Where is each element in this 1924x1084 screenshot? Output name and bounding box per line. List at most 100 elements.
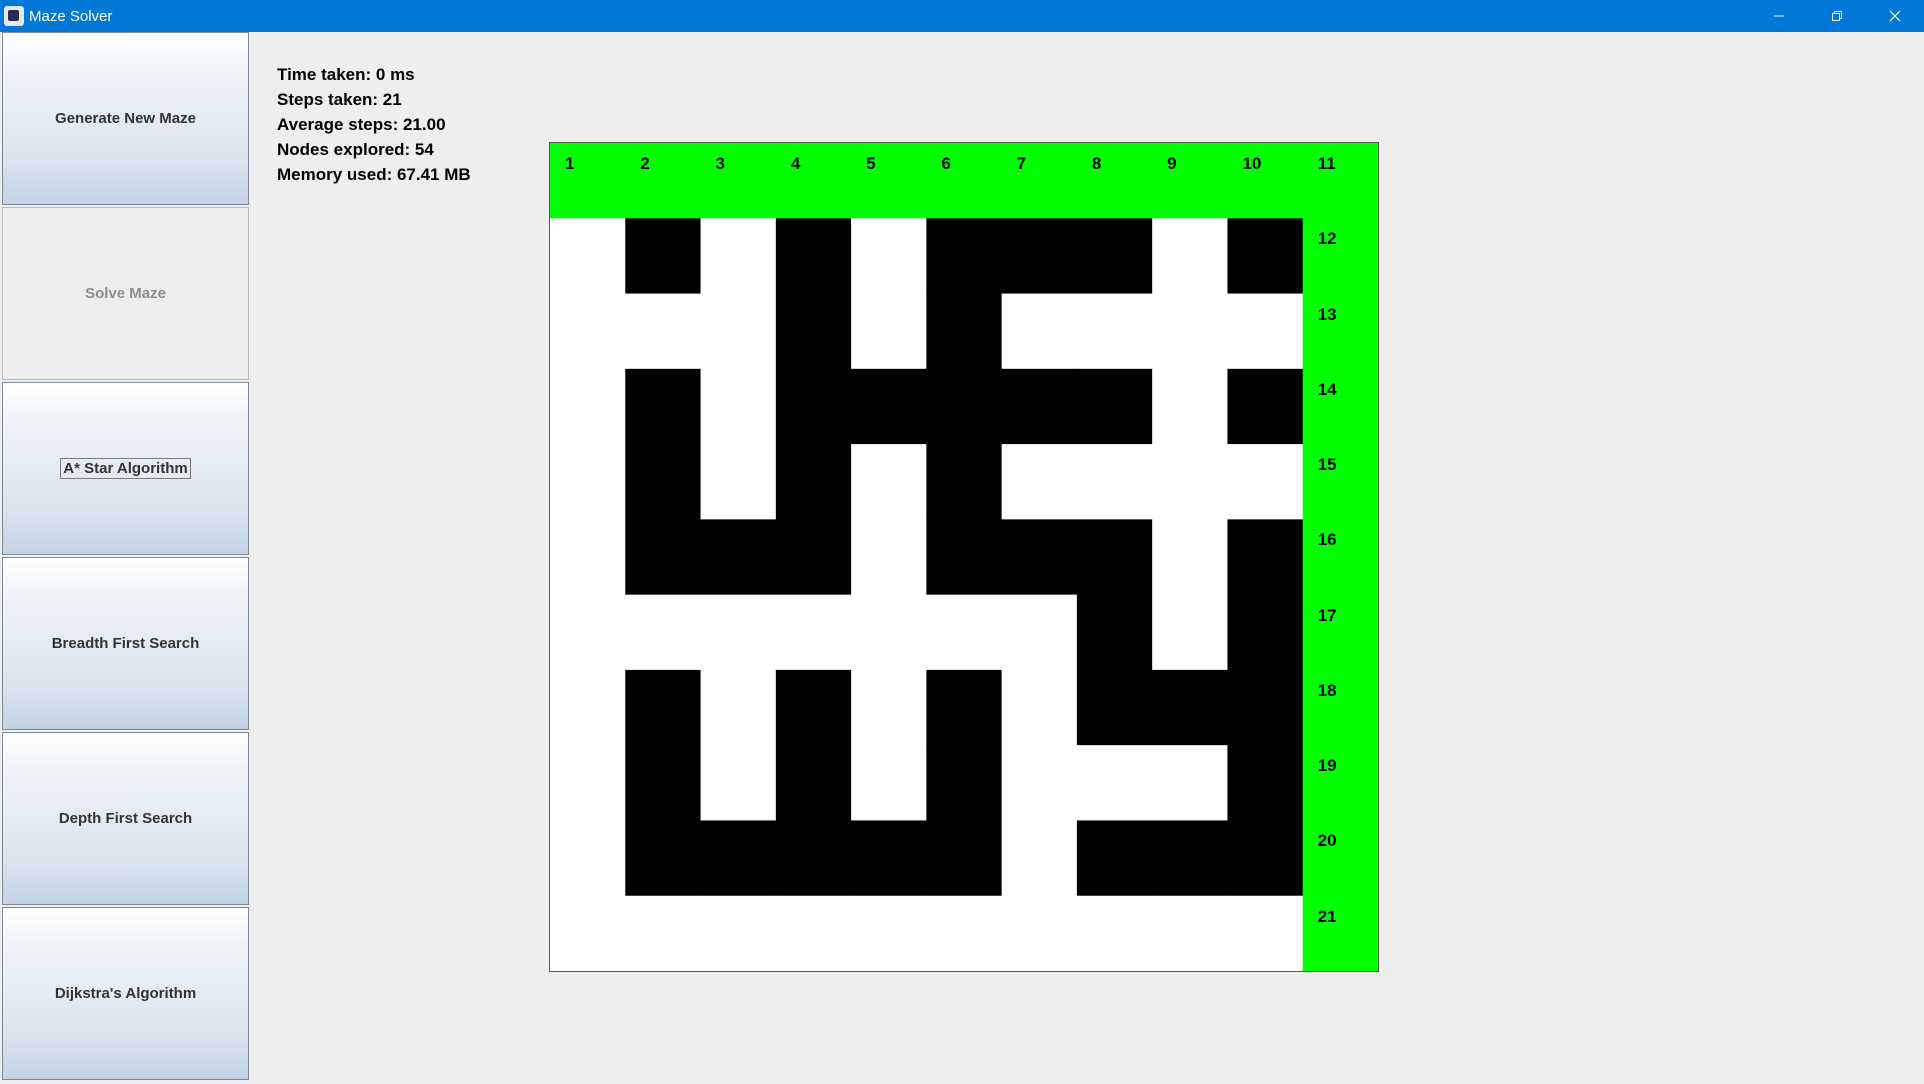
maze-cell-wall [1076, 594, 1153, 671]
maze-cell-wall [926, 745, 1003, 821]
maze-cell-open [1227, 293, 1304, 370]
path-step-label: 2 [640, 154, 650, 173]
maze-cell-open [700, 293, 777, 370]
app-icon [4, 6, 24, 26]
solve-maze-label: Solve Maze [85, 285, 166, 302]
a-star-algorithm-label: A* Star Algorithm [60, 458, 191, 479]
maze-cell-open [1001, 745, 1078, 821]
a-star-algorithm-button[interactable]: A* Star Algorithm [2, 382, 249, 555]
maze-cell-path [1302, 519, 1378, 596]
path-step-label: 10 [1242, 154, 1262, 173]
path-step-label: 18 [1317, 680, 1337, 700]
path-step-label: 13 [1317, 304, 1337, 324]
breadth-first-search-button[interactable]: Breadth First Search [2, 557, 249, 730]
maze-cell-wall [625, 669, 702, 746]
maze-cell-open [1227, 444, 1304, 520]
maze-cell-open [1152, 218, 1228, 295]
restore-button[interactable] [1808, 0, 1866, 32]
maze-cell-open [550, 368, 626, 445]
maze-cell-path [1302, 669, 1378, 746]
maze-cell-path [1302, 594, 1378, 671]
path-step-label: 15 [1317, 455, 1337, 475]
path-step-label: 20 [1317, 831, 1337, 851]
maze-cell-wall [926, 820, 1003, 897]
maze-cell-path [1152, 143, 1228, 219]
average-steps-text: Average steps: 21.00 [277, 115, 446, 134]
maze-cell-path [926, 143, 1003, 219]
maze-cell-open [700, 669, 777, 746]
maze-cell-wall [775, 745, 852, 821]
depth-first-search-button[interactable]: Depth First Search [2, 732, 249, 905]
maze-cell-open [1152, 368, 1228, 445]
path-step-label: 1 [565, 154, 575, 173]
maze-cell-wall [775, 519, 852, 596]
stats-panel: Time taken: 0 ms Steps taken: 21 Average… [277, 62, 471, 187]
path-step-label: 19 [1317, 756, 1337, 776]
minimize-button[interactable] [1750, 0, 1808, 32]
maze-cell-open [1076, 895, 1153, 971]
maze-cell-wall [625, 444, 702, 520]
maze-cell-wall [1076, 669, 1153, 746]
maze-cell-open [851, 745, 927, 821]
maze-cell-open [625, 293, 702, 370]
maze-cell-open [700, 594, 777, 671]
maze-cell-open [1076, 444, 1153, 520]
restore-icon [1832, 11, 1842, 21]
path-step-label: 17 [1317, 605, 1337, 625]
maze-cell-wall [926, 293, 1003, 370]
maze-cell-open [775, 594, 852, 671]
path-step-label: 5 [866, 154, 876, 173]
generate-new-maze-label: Generate New Maze [55, 110, 196, 127]
maze-cell-open [550, 444, 626, 520]
maze-grid[interactable]: 1 2 3 4 5 6 7 8 9 10 11 12 13 14 15 16 17 18 19 20 21 [549, 142, 1379, 972]
window-controls [1750, 0, 1924, 32]
maze-cell-open [1001, 594, 1078, 671]
maze-cell-open [1152, 895, 1228, 971]
maze-cell-wall [1227, 218, 1304, 295]
maze-cell-wall [775, 444, 852, 520]
maze-cell-wall [1001, 519, 1078, 596]
maze-cell-wall [1076, 820, 1153, 897]
path-step-label: 8 [1091, 154, 1102, 173]
maze-cell-open [851, 895, 927, 971]
maze-cell-wall [1152, 669, 1228, 746]
maze-cell-open [625, 895, 702, 971]
maze-cell-wall [625, 745, 702, 821]
maze-cell-open [700, 368, 777, 445]
maze-cell-open [851, 669, 927, 746]
maze-cell-wall [1076, 368, 1153, 445]
path-step-label: 12 [1317, 229, 1337, 249]
title-bar[interactable]: Maze Solver [0, 0, 1924, 32]
maze-cell-open [700, 745, 777, 821]
maze-cell-open [550, 218, 626, 295]
maze-cell-path [1302, 745, 1378, 821]
path-step-label: 3 [715, 154, 725, 173]
path-step-label: 6 [941, 154, 951, 173]
maze-cell-open [1001, 820, 1078, 897]
solve-maze-button[interactable]: Solve Maze [2, 207, 249, 380]
time-taken-text: Time taken: 0 ms [277, 65, 415, 84]
maze-solver-window: Maze Solver Generate New Maze Solve Maze… [0, 0, 1924, 1084]
maze-cell-open [1152, 745, 1228, 821]
maze-cell-path [1076, 143, 1153, 219]
generate-new-maze-button[interactable]: Generate New Maze [2, 32, 249, 205]
maze-cell-open [550, 293, 626, 370]
maze-cell-open [1001, 895, 1078, 971]
memory-used-text: Memory used: 67.41 MB [277, 165, 471, 184]
path-step-label: 7 [1016, 154, 1027, 173]
maze-cell-open [926, 895, 1003, 971]
path-step-label: 9 [1167, 154, 1177, 173]
path-step-label: 21 [1317, 906, 1337, 926]
maze-cell-wall [775, 293, 852, 370]
maze-cell-wall [700, 519, 777, 596]
maze-cell-open [1076, 293, 1153, 370]
maze-cell-path [1302, 895, 1378, 971]
dijkstras-algorithm-button[interactable]: Dijkstra's Algorithm [2, 907, 249, 1080]
maze-cell-wall [775, 669, 852, 746]
maze-cell-open [851, 218, 927, 295]
maze-cell-open [550, 519, 626, 596]
maze-cell-open [851, 444, 927, 520]
maze-cell-open [625, 594, 702, 671]
close-button[interactable] [1866, 0, 1924, 32]
maze-cell-wall [1227, 368, 1304, 445]
